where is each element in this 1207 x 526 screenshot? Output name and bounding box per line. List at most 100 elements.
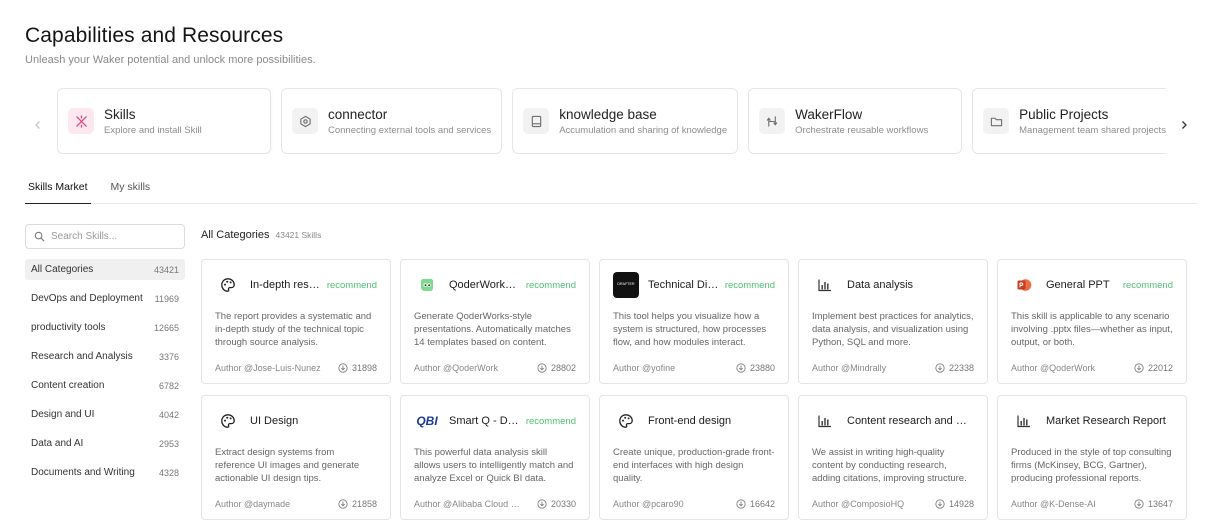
download-count: 21858 [338,499,377,509]
download-icon [736,363,746,373]
skill-name: General PPT [1046,279,1110,291]
download-icon [537,499,547,509]
carousel-next-button[interactable] [1175,116,1193,134]
skill-author: Author @Jose-Luis-Nunez [215,363,321,373]
carousel-prev-button[interactable] [29,116,47,134]
skill-description: Generate QoderWorks-style presentations.… [414,311,571,348]
feature-card-connector[interactable]: connector Connecting external tools and … [281,88,503,154]
feature-card-skills[interactable]: Skills Explore and install Skill [57,88,271,154]
flow-icon [759,108,786,134]
skill-card[interactable]: Front-end design Create unique, producti… [599,395,789,520]
download-count-value: 22012 [1147,363,1173,373]
category-count: 2953 [158,438,179,449]
download-count: 22012 [1134,363,1173,373]
download-count: 31898 [338,363,377,373]
download-count-value: 28802 [550,363,576,373]
qbi-logo-icon: QBI [416,414,438,428]
download-icon [537,363,547,373]
section-header: All Categories 43421 Skills [201,229,321,241]
feature-desc: Explore and install Skill [104,124,202,136]
skill-name: In-depth research [250,279,321,291]
skill-description: Create unique, production-grade front-en… [613,447,775,484]
category-item-design[interactable]: Design and UI 4042 [25,404,185,425]
category-label: Documents and Writing [31,467,135,478]
download-count-value: 20330 [550,499,576,509]
category-count: 43421 [153,264,179,275]
category-item-all[interactable]: All Categories 43421 [25,259,185,280]
category-item-content[interactable]: Content creation 6782 [25,375,185,396]
download-icon [736,499,746,509]
tab-my-skills[interactable]: My skills [108,172,154,204]
download-icon [935,499,945,509]
download-count-value: 31898 [351,363,377,373]
category-label: productivity tools [31,322,106,333]
skill-card[interactable]: QoderWorks PPT recommend Generate QoderW… [400,259,590,384]
feature-card-knowledge-base[interactable]: knowledge base Accumulation and sharing … [512,88,739,154]
feature-card-wakerflow[interactable]: WakerFlow Orchestrate reusable workflows [748,88,963,154]
sparkle-icon [68,108,94,134]
skills-grid: In-depth research recommend The report p… [201,259,1187,520]
download-icon [1134,499,1144,509]
skill-author: Author @QoderWork [414,363,499,373]
download-count: 23880 [736,363,775,373]
skill-name: Market Research Report [1046,415,1166,427]
recommend-badge: recommend [724,279,775,291]
category-item-devops[interactable]: DevOps and Deployment 11969 [25,288,185,309]
search-input[interactable] [51,231,171,242]
category-count: 12665 [153,322,179,333]
skill-card[interactable]: Data analysis Implement best practices f… [798,259,988,384]
category-count: 4328 [158,467,179,478]
recommend-badge: recommend [525,415,576,427]
skill-card[interactable]: QBI Smart Q - Data Analysis recommend Th… [400,395,590,520]
skill-description: Extract design systems from reference UI… [215,447,360,484]
download-count-value: 22338 [948,363,974,373]
category-item-research[interactable]: Research and Analysis 3376 [25,346,185,367]
skill-card[interactable]: General PPT recommend This skill is appl… [997,259,1187,384]
download-count: 16642 [736,499,775,509]
feature-desc: Accumulation and sharing of knowledge [559,124,728,136]
category-label: Data and AI [31,438,84,449]
skill-card[interactable]: Content research and writing We assist i… [798,395,988,520]
skill-author: Author @K-Dense-AI [1011,499,1096,509]
download-count-value: 21858 [351,499,377,509]
palette-icon [215,408,241,434]
recommend-badge: recommend [525,279,576,291]
category-count: 11969 [154,293,179,304]
skill-author: Author @yofine [613,363,676,373]
feature-title: connector [328,106,388,122]
tab-bar: Skills Market My skills [25,172,1197,204]
category-item-data-ai[interactable]: Data and AI 2953 [25,433,185,454]
skill-name: UI Design [250,415,299,427]
skill-card[interactable]: UI Design Extract design systems from re… [201,395,391,520]
skill-description: The report provides a systematic and in-… [215,311,372,348]
chevron-left-icon [35,121,40,129]
feature-desc: Connecting external tools and services [328,124,492,136]
skill-author: Author @Alibaba Cloud Quick BI [414,499,526,509]
bar-chart-icon [812,408,838,434]
download-icon [338,499,348,509]
skill-card[interactable]: In-depth research recommend The report p… [201,259,391,384]
tab-skills-market[interactable]: Skills Market [25,172,91,204]
palette-icon [613,408,639,434]
connector-icon [292,108,318,134]
chevron-right-icon [1182,121,1187,129]
download-count: 13647 [1134,499,1173,509]
download-count: 22338 [935,363,974,373]
category-item-documents[interactable]: Documents and Writing 4328 [25,462,185,483]
skill-card[interactable]: DRAFTER Technical Diagram recommend This… [599,259,789,384]
skill-card[interactable]: Market Research Report Produced in the s… [997,395,1187,520]
recommend-badge: recommend [1122,279,1173,291]
category-label: Content creation [31,380,105,391]
skill-author: Author @QoderWork [1011,363,1096,373]
download-count-value: 16642 [749,499,775,509]
bar-chart-icon [1011,408,1037,434]
category-item-productivity[interactable]: productivity tools 12665 [25,317,185,338]
category-list: All Categories 43421 DevOps and Deployme… [25,259,185,491]
download-icon [338,363,348,373]
feature-carousel: Skills Explore and install Skill connect… [57,88,1166,154]
download-count-value: 14928 [948,499,974,509]
category-count: 4042 [158,409,179,420]
feature-card-public-projects[interactable]: Public Projects Management team shared p… [972,88,1166,154]
download-count: 20330 [537,499,576,509]
category-label: Design and UI [31,409,95,420]
